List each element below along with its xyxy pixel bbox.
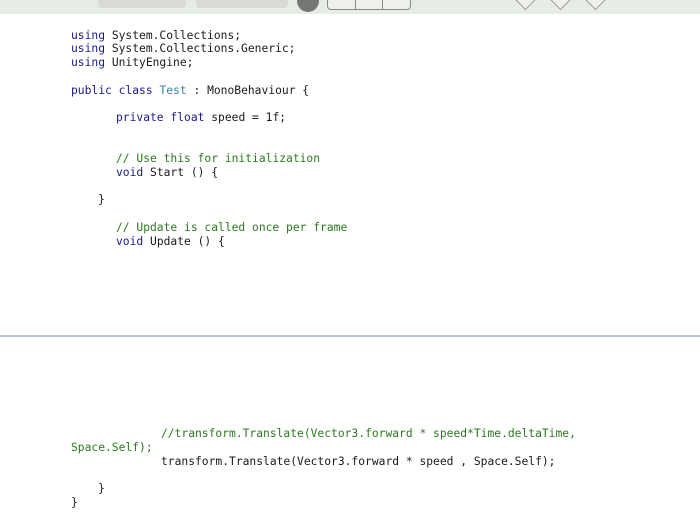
code-comment: // Use this for initialization (116, 152, 321, 165)
code-line: transform.Translate(Vector3.forward * sp… (161, 455, 556, 468)
editor-toolbar (0, 0, 700, 14)
format-button[interactable] (383, 0, 410, 9)
code-line: } (98, 482, 105, 495)
type-name: Test (159, 84, 187, 97)
code-line: using UnityEngine; (71, 56, 193, 69)
nav-diamond-icon[interactable] (514, 0, 537, 11)
keyword: float (170, 111, 205, 124)
record-circle-icon[interactable] (297, 0, 319, 12)
code-text: Start () { (143, 166, 219, 179)
code-comment: Space.Self); (71, 441, 153, 454)
keyword: using (71, 42, 106, 55)
code-text: System.Collections; (105, 29, 242, 42)
keyword: class (118, 84, 153, 97)
format-button-group (327, 0, 411, 10)
toolbar-pill-button[interactable] (196, 0, 288, 8)
code-text: System.Collections.Generic; (105, 42, 296, 55)
keyword: void (116, 166, 144, 179)
keyword: using (71, 29, 106, 42)
code-line: using System.Collections.Generic; (71, 42, 295, 55)
code-comment: //transform.Translate(Vector3.forward * … (161, 427, 576, 440)
code-line: void Start () { (116, 166, 218, 179)
code-line: void Update () { (116, 235, 225, 248)
code-text: : MonoBehaviour { (186, 84, 310, 97)
code-line: private float speed = 1f; (116, 111, 286, 124)
code-line: using System.Collections; (71, 29, 241, 42)
nav-diamond-icon[interactable] (549, 0, 572, 11)
keyword: public (71, 84, 112, 97)
nav-diamond-icon[interactable] (584, 0, 607, 11)
code-line: } (71, 496, 78, 509)
page-divider (0, 335, 700, 337)
code-text: speed = 1f; (204, 111, 287, 124)
format-button[interactable] (356, 0, 384, 9)
toolbar-pill-button[interactable] (98, 0, 186, 8)
keyword: private (116, 111, 164, 124)
keyword: using (71, 56, 106, 69)
code-line: public class Test : MonoBehaviour { (71, 84, 309, 97)
code-text: UnityEngine; (105, 56, 194, 69)
code-line: } (98, 193, 105, 206)
format-button[interactable] (328, 0, 356, 9)
code-comment: // Update is called once per frame (116, 221, 348, 234)
code-text: Update () { (143, 235, 225, 248)
keyword: void (116, 235, 144, 248)
